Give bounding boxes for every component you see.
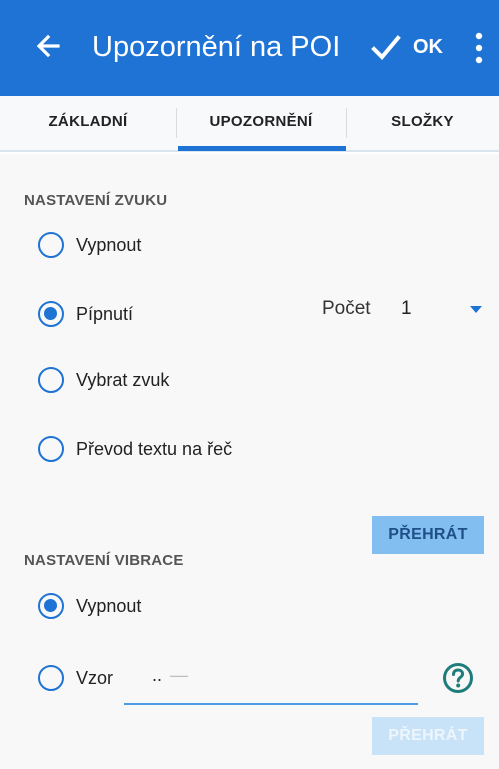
- radio-sound-beep[interactable]: Pípnutí: [38, 296, 133, 332]
- radio-button[interactable]: [38, 436, 64, 462]
- count-select[interactable]: 1: [401, 298, 412, 320]
- radio-button-checked[interactable]: [38, 593, 64, 619]
- tab-bar: ZÁKLADNÍ UPOZORNĚNÍ SLOŽKY: [0, 96, 499, 152]
- pattern-input-hint: —: [170, 665, 188, 685]
- check-icon[interactable]: [366, 28, 406, 68]
- pattern-input-underline: [124, 703, 418, 705]
- tab-notifications[interactable]: UPOZORNĚNÍ: [176, 96, 346, 152]
- radio-label: Vypnout: [76, 595, 142, 616]
- radio-sound-choose[interactable]: Vybrat zvuk: [38, 362, 169, 398]
- ok-button[interactable]: OK: [413, 32, 443, 62]
- section-header-sound: NASTAVENÍ ZVUKU: [24, 192, 168, 209]
- radio-label: Pípnutí: [76, 303, 134, 324]
- play-vibration-button[interactable]: PŘEHRÁT: [372, 717, 484, 755]
- active-tab-indicator: [178, 146, 346, 151]
- page-title: Upozornění na POI: [92, 31, 341, 63]
- count-label: Počet: [322, 298, 371, 319]
- triangle-down-icon[interactable]: [470, 306, 482, 313]
- pattern-input-value[interactable]: ..: [152, 665, 162, 686]
- section-header-vibration: NASTAVENÍ VIBRACE: [24, 552, 184, 569]
- radio-label: Vybrat zvuk: [76, 369, 170, 390]
- radio-button[interactable]: [38, 232, 64, 258]
- radio-label: Převod textu na řeč: [76, 438, 233, 459]
- radio-button-checked[interactable]: [38, 301, 64, 327]
- radio-label: Vzor: [76, 667, 114, 688]
- radio-sound-off[interactable]: Vypnout: [38, 227, 141, 263]
- radio-button[interactable]: [38, 665, 64, 691]
- radio-vibration-pattern[interactable]: Vzor: [38, 660, 113, 696]
- more-vert-icon[interactable]: [470, 26, 488, 70]
- back-arrow-icon[interactable]: [28, 26, 68, 66]
- radio-sound-tts[interactable]: Převod textu na řeč: [38, 431, 232, 467]
- play-sound-button[interactable]: PŘEHRÁT: [372, 516, 484, 554]
- tab-basic[interactable]: ZÁKLADNÍ: [0, 96, 176, 152]
- app-bar: Upozornění na POI OK: [0, 0, 499, 96]
- radio-label: Vypnout: [76, 234, 142, 255]
- radio-vibration-off[interactable]: Vypnout: [38, 588, 141, 624]
- tab-folders[interactable]: SLOŽKY: [346, 96, 499, 152]
- radio-button[interactable]: [38, 367, 64, 393]
- help-circle-icon[interactable]: [442, 662, 474, 694]
